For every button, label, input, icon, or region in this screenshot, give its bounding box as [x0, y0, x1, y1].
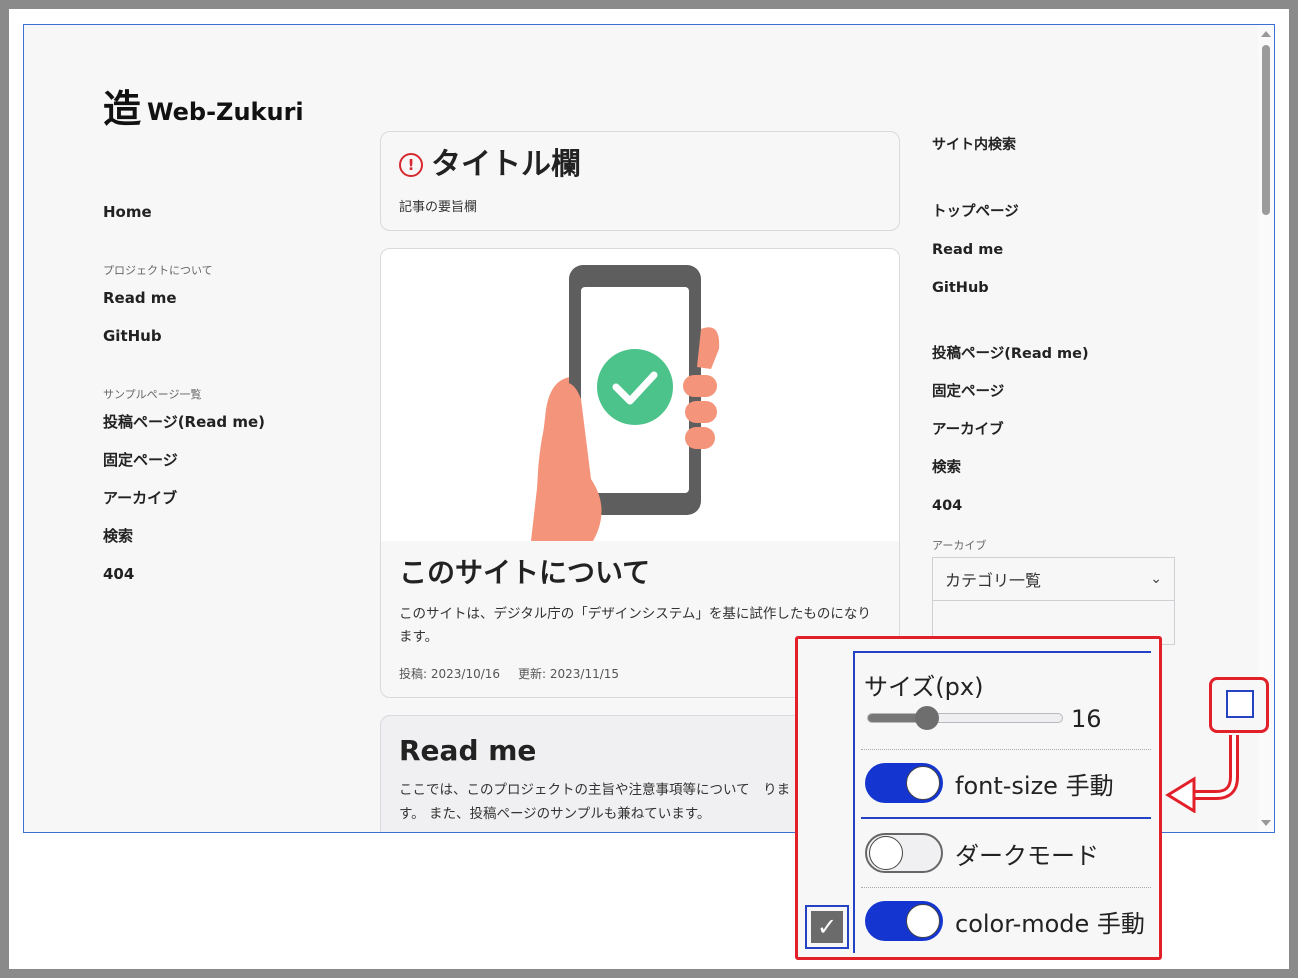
category-select-value: カテゴリ一覧	[945, 571, 1042, 590]
color-mode-manual-row[interactable]: color-mode 手動	[865, 901, 1145, 941]
scroll-up-arrow-icon[interactable]	[1261, 31, 1271, 37]
archive-caption: アーカイブ	[932, 539, 987, 552]
rnav-search[interactable]: 検索	[932, 457, 1192, 495]
font-size-value: 16	[1071, 705, 1102, 733]
nav-fixed-page[interactable]: 固定ページ	[103, 449, 343, 487]
nav-404[interactable]: 404	[103, 563, 343, 601]
scroll-down-arrow-icon[interactable]	[1261, 820, 1271, 826]
category-select[interactable]: カテゴリ一覧 ⌄	[932, 557, 1175, 601]
pointer-arrow-icon	[1165, 735, 1239, 813]
nav-search[interactable]: 検索	[103, 525, 343, 563]
nav-caption-samples: サンプルページ一覧	[103, 388, 202, 401]
settings-toggle-highlight	[1209, 677, 1269, 733]
site-logo[interactable]: 造 Web-Zukuri	[103, 89, 304, 129]
settings-panel-content: サイズ(px) 16 font-size 手動 ダークモード color-mod…	[853, 651, 1151, 953]
divider	[861, 749, 1151, 750]
updated-date: 更新: 2023/11/15	[518, 667, 620, 681]
color-mode-manual-toggle[interactable]	[865, 901, 943, 941]
rnav-404[interactable]: 404	[932, 495, 1192, 533]
page-title: タイトル欄	[431, 147, 581, 182]
rnav-readme[interactable]: Read me	[932, 239, 1192, 277]
page-summary: 記事の要旨欄	[399, 200, 478, 215]
posted-date: 投稿: 2023/10/16	[399, 667, 501, 681]
settings-toggle-checkbox[interactable]	[1226, 690, 1254, 718]
dark-mode-toggle[interactable]	[865, 833, 943, 873]
chevron-down-icon: ⌄	[1150, 571, 1162, 587]
nav-caption-project: プロジェクトについて	[103, 264, 213, 277]
font-size-slider[interactable]	[867, 713, 1063, 723]
right-sidebar: サイト内検索 トップページ Read me GitHub 投稿ページ(Read …	[932, 135, 1192, 645]
about-title: このサイトについて	[399, 556, 651, 589]
font-size-label: サイズ(px)	[864, 673, 984, 701]
font-size-manual-label: font-size 手動	[955, 771, 1114, 800]
dark-mode-label: ダークモード	[955, 841, 1099, 870]
left-navigation: Home プロジェクトについて Read me GitHub サンプルページ一覧…	[103, 201, 343, 601]
logo-text: Web-Zukuri	[147, 98, 304, 126]
title-card: ! タイトル欄 記事の要旨欄	[380, 131, 900, 231]
nav-github[interactable]: GitHub	[103, 325, 343, 363]
rnav-fixed-page[interactable]: 固定ページ	[932, 381, 1192, 419]
rnav-top-page[interactable]: トップページ	[932, 201, 1192, 239]
nav-readme[interactable]: Read me	[103, 287, 343, 325]
nav-archive[interactable]: アーカイブ	[103, 487, 343, 525]
dark-mode-row[interactable]: ダークモード	[865, 833, 1099, 873]
check-icon: ✓	[811, 911, 843, 943]
logo-mark: 造	[103, 87, 142, 131]
readme-description: ここでは、このプロジェクトの主旨や注意事項等について ります。 また、投稿ページ…	[399, 782, 791, 822]
rnav-archive[interactable]: アーカイブ	[932, 419, 1192, 457]
settings-close-checkbox[interactable]: ✓	[805, 905, 849, 949]
nav-home[interactable]: Home	[103, 201, 343, 239]
about-card[interactable]: このサイトについて このサイトは、デジタル庁の「デザインシステム」を基に試作した…	[380, 248, 900, 698]
font-size-manual-toggle[interactable]	[865, 763, 943, 803]
font-size-manual-row[interactable]: font-size 手動	[865, 763, 1114, 803]
font-size-slider-thumb[interactable]	[915, 706, 939, 730]
settings-panel: サイズ(px) 16 font-size 手動 ダークモード color-mod…	[795, 636, 1162, 960]
nav-post-page[interactable]: 投稿ページ(Read me)	[103, 411, 343, 449]
divider	[861, 887, 1151, 888]
rnav-github[interactable]: GitHub	[932, 277, 1192, 315]
rnav-post-page[interactable]: 投稿ページ(Read me)	[932, 343, 1192, 381]
phone-check-illustration	[381, 249, 899, 541]
divider	[861, 817, 1151, 819]
alert-icon: !	[399, 153, 423, 177]
scroll-thumb[interactable]	[1262, 45, 1270, 215]
color-mode-manual-label: color-mode 手動	[955, 909, 1145, 938]
site-search-label[interactable]: サイト内検索	[932, 135, 1192, 201]
